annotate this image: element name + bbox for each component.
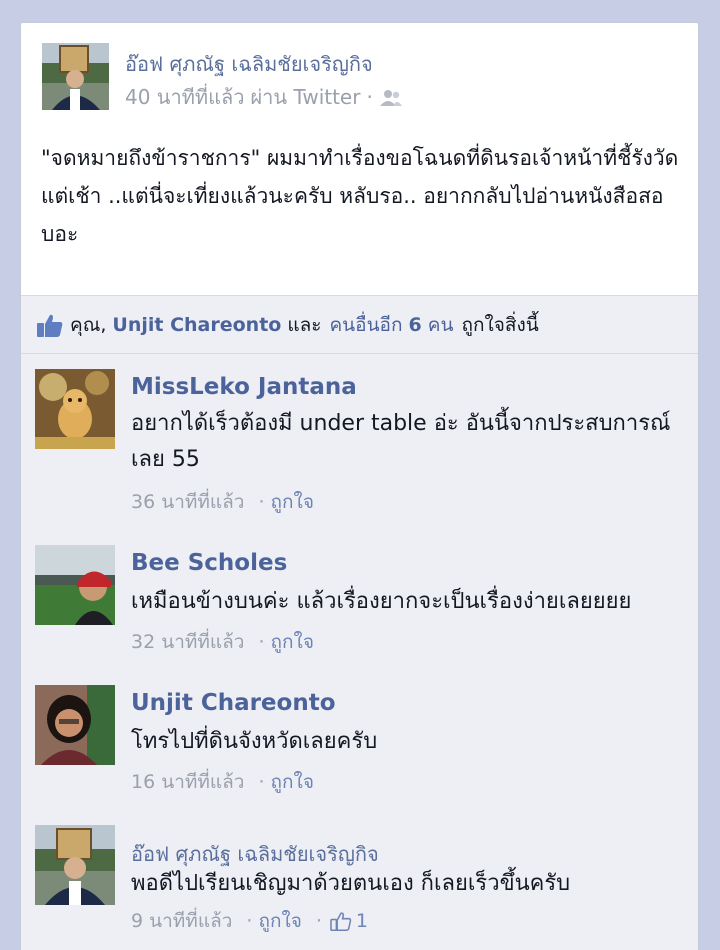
comment-text: พอดีไปเรียนเชิญมาด้วยตนเอง ก็เลยเร็วขึ้น…	[131, 871, 571, 896]
meta-separator: ·	[246, 910, 253, 932]
likes-and: และ	[287, 313, 322, 336]
comment-meta: 36 นาทีที่แล้ว · ถูกใจ	[131, 487, 314, 517]
comment-item: Bee Scholes เหมือนข้างบนค่ะ แล้วเรื่องยา…	[21, 530, 698, 670]
meta-separator: ·	[315, 910, 322, 932]
likes-others-suffix: คน	[427, 313, 454, 336]
likes-prefix: คุณ,	[70, 313, 107, 336]
like-link[interactable]: ถูกใจ	[271, 767, 314, 797]
post-meta: 40 นาทีที่แล้ว ผ่าน Twitter ·	[125, 81, 403, 113]
post-time[interactable]: 40 นาทีที่แล้ว	[125, 81, 244, 113]
avatar[interactable]	[35, 825, 115, 905]
comment-author[interactable]: Bee Scholes	[131, 550, 287, 576]
comment-author[interactable]: MissLeko Jantana	[131, 374, 357, 400]
comment-time[interactable]: 9 นาทีที่แล้ว	[131, 906, 232, 936]
comment-text: เหมือนข้างบนค่ะ แล้วเรื่องยากจะเป็นเรื่อ…	[131, 589, 632, 614]
comment-text: อยากได้เร็วต้องมี under table อ่ะ อันนี้…	[131, 411, 671, 472]
like-link[interactable]: ถูกใจ	[271, 627, 314, 657]
post-body: อ๊อฟ ศุภณัฐ เฉลิมชัยเจริญกิจ 40 นาทีที่แ…	[21, 23, 698, 296]
like-count-value: 1	[355, 910, 369, 932]
comment-item: Unjit Chareonto โทรไปที่ดินจังหวัดเลยครั…	[21, 670, 698, 810]
comment-meta: 9 นาทีที่แล้ว · ถูกใจ · 1	[131, 906, 368, 936]
post-author[interactable]: อ๊อฟ ศุภณัฐ เฉลิมชัยเจริญกิจ	[125, 48, 373, 80]
thumbs-up-icon	[37, 314, 63, 337]
post-text: "จดหมายถึงข้าราชการ" ผมมาทำเรื่องขอโฉนดท…	[41, 146, 679, 246]
like-link[interactable]: ถูกใจ	[271, 487, 314, 517]
post-card: อ๊อฟ ศุภณัฐ เฉลิมชัยเจริญกิจ 40 นาทีที่แ…	[20, 22, 699, 950]
avatar[interactable]	[35, 545, 115, 625]
likes-others-prefix: คนอื่นอีก	[329, 313, 403, 336]
comment-meta: 32 นาทีที่แล้ว · ถูกใจ	[131, 627, 314, 657]
friends-icon[interactable]	[379, 88, 403, 106]
likes-others-link[interactable]: คนอื่นอีก 6 คน	[329, 310, 453, 340]
avatar[interactable]	[35, 685, 115, 765]
liker-name[interactable]: Unjit Chareonto	[112, 314, 281, 336]
thumbs-up-icon	[330, 912, 352, 931]
comment-meta: 16 นาทีที่แล้ว · ถูกใจ	[131, 767, 314, 797]
avatar[interactable]	[35, 369, 115, 449]
post-via: ผ่าน Twitter	[250, 85, 361, 109]
meta-separator: ·	[258, 631, 265, 653]
meta-separator: ·	[258, 491, 265, 513]
comment-text: โทรไปที่ดินจังหวัดเลยครับ	[131, 729, 378, 754]
avatar[interactable]	[42, 43, 109, 110]
comment-author[interactable]: Unjit Chareonto	[131, 690, 336, 716]
likes-others-count: 6	[408, 313, 422, 336]
comment-time[interactable]: 36 นาทีที่แล้ว	[131, 487, 244, 517]
like-link[interactable]: ถูกใจ	[258, 906, 301, 936]
comment-time[interactable]: 16 นาทีที่แล้ว	[131, 767, 244, 797]
like-count[interactable]: 1	[330, 910, 368, 932]
comment-time[interactable]: 32 นาทีที่แล้ว	[131, 627, 244, 657]
meta-separator: ·	[258, 771, 265, 793]
likes-summary: คุณ, Unjit Chareonto และ คนอื่นอีก 6 คน …	[21, 296, 698, 354]
comment-item: MissLeko Jantana อยากได้เร็วต้องมี under…	[21, 354, 698, 530]
comment-item: อ๊อฟ ศุภณัฐ เฉลิมชัยเจริญกิจ พอดีไปเรียน…	[21, 810, 698, 950]
meta-separator: ·	[366, 85, 373, 109]
likes-suffix: ถูกใจสิ่งนี้	[461, 313, 539, 336]
